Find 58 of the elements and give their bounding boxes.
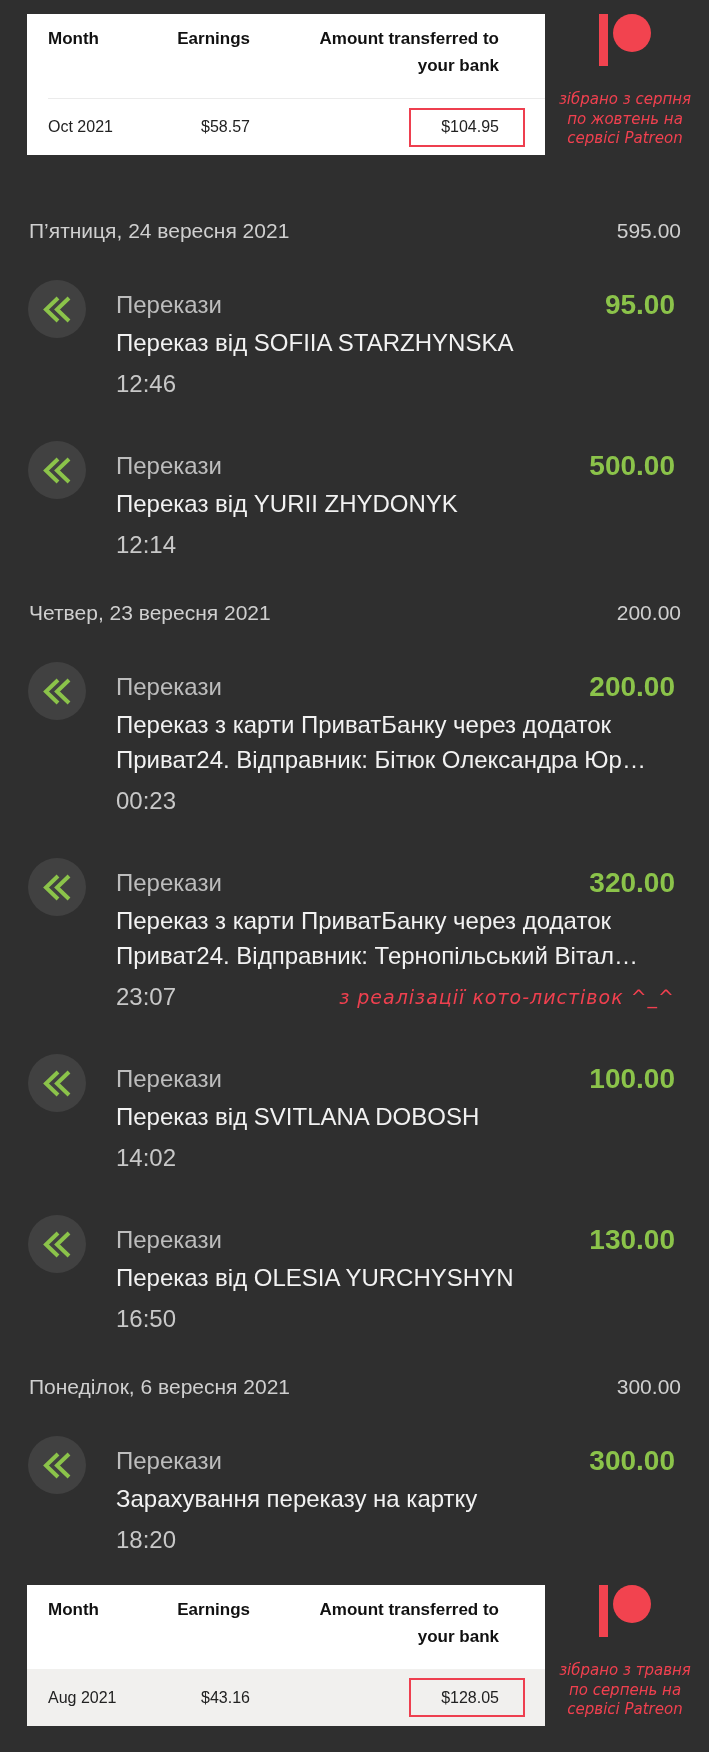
transaction-time: 14:02 [116,1143,177,1173]
transaction-amount: 320.00 [589,866,675,900]
transaction-time: 12:14 [116,530,177,560]
category-label: Перекази [116,1446,222,1476]
transaction-amount: 500.00 [589,449,675,483]
transaction-description: Переказ з карти ПриватБанку через додаток Приват24. Відправник: Тернопільський Вітал… [116,906,639,971]
transaction-description: Зарахування переказу на картку [116,1484,478,1514]
column-header: Month [48,1599,99,1621]
annotation-text: зібрано з серпня по жовтень на сервісі Patreon [557,90,693,149]
annotation-text: зібрано з травня по серпень на сервісі Patreon [558,1661,692,1720]
transaction-amount: 95.00 [604,288,675,322]
double-chevron-icon [28,858,86,916]
column-header: Month [48,28,99,50]
transaction-description: Переказ від SOFIIA STARZHYNSKA [116,328,514,358]
double-chevron-icon [28,1054,86,1112]
transaction-description: Переказ від YURII ZHYDONYK [116,489,458,519]
boxed-table-cell: $128.05 [409,1678,525,1717]
category-label: Перекази [116,1064,222,1094]
column-header: Earnings [177,28,250,50]
category-label: Перекази [116,1225,222,1255]
double-chevron-icon [28,1215,86,1273]
transaction-amount: 200.00 [589,670,675,704]
day-total: 200.00 [616,600,681,626]
logo-icon [599,1585,651,1637]
annotation-text: з реалізації кото-листівок ^_^ [339,985,675,1010]
transaction-time: 16:50 [116,1304,177,1334]
transaction-description: Переказ з карти ПриватБанку через додаток Приват24. Відправник: Бітюк Олександра Юр… [116,710,647,775]
table-cell-text: Aug 2021 [48,1687,117,1708]
column-header: Earnings [177,1599,250,1621]
table-cell-text: Oct 2021 [48,117,113,137]
date-heading: Понеділок, 6 вересня 2021 [29,1374,291,1400]
double-chevron-icon [28,280,86,338]
category-label: Перекази [116,451,222,481]
table-cell-text: $58.57 [201,117,250,137]
transaction-time: 00:23 [116,786,177,816]
double-chevron-icon [28,662,86,720]
transaction-amount: 100.00 [589,1062,675,1096]
category-label: Перекази [116,868,222,898]
date-heading: П’ятниця, 24 вересня 2021 [29,218,290,244]
logo-icon [599,14,651,66]
transaction-time: 12:46 [116,369,177,399]
day-total: 595.00 [616,218,681,244]
column-header: Amount transferred to your bank [318,28,499,77]
boxed-table-cell: $104.95 [409,107,525,147]
double-chevron-icon [28,441,86,499]
day-total: 300.00 [616,1374,681,1400]
table-cell-text: $43.16 [201,1687,250,1708]
transaction-description: Переказ від OLESIA YURCHYSHYN [116,1263,514,1293]
transaction-amount: 130.00 [589,1223,675,1257]
column-header: Amount transferred to your bank [318,1599,499,1648]
transaction-description: Переказ від SVITLANA DOBOSH [116,1102,480,1132]
transaction-time: 23:07 [116,982,177,1012]
transaction-time: 18:20 [116,1525,177,1555]
double-chevron-icon [28,1436,86,1494]
category-label: Перекази [116,672,222,702]
date-heading: Четвер, 23 вересня 2021 [29,600,271,626]
category-label: Перекази [116,290,222,320]
transaction-amount: 300.00 [589,1444,675,1478]
